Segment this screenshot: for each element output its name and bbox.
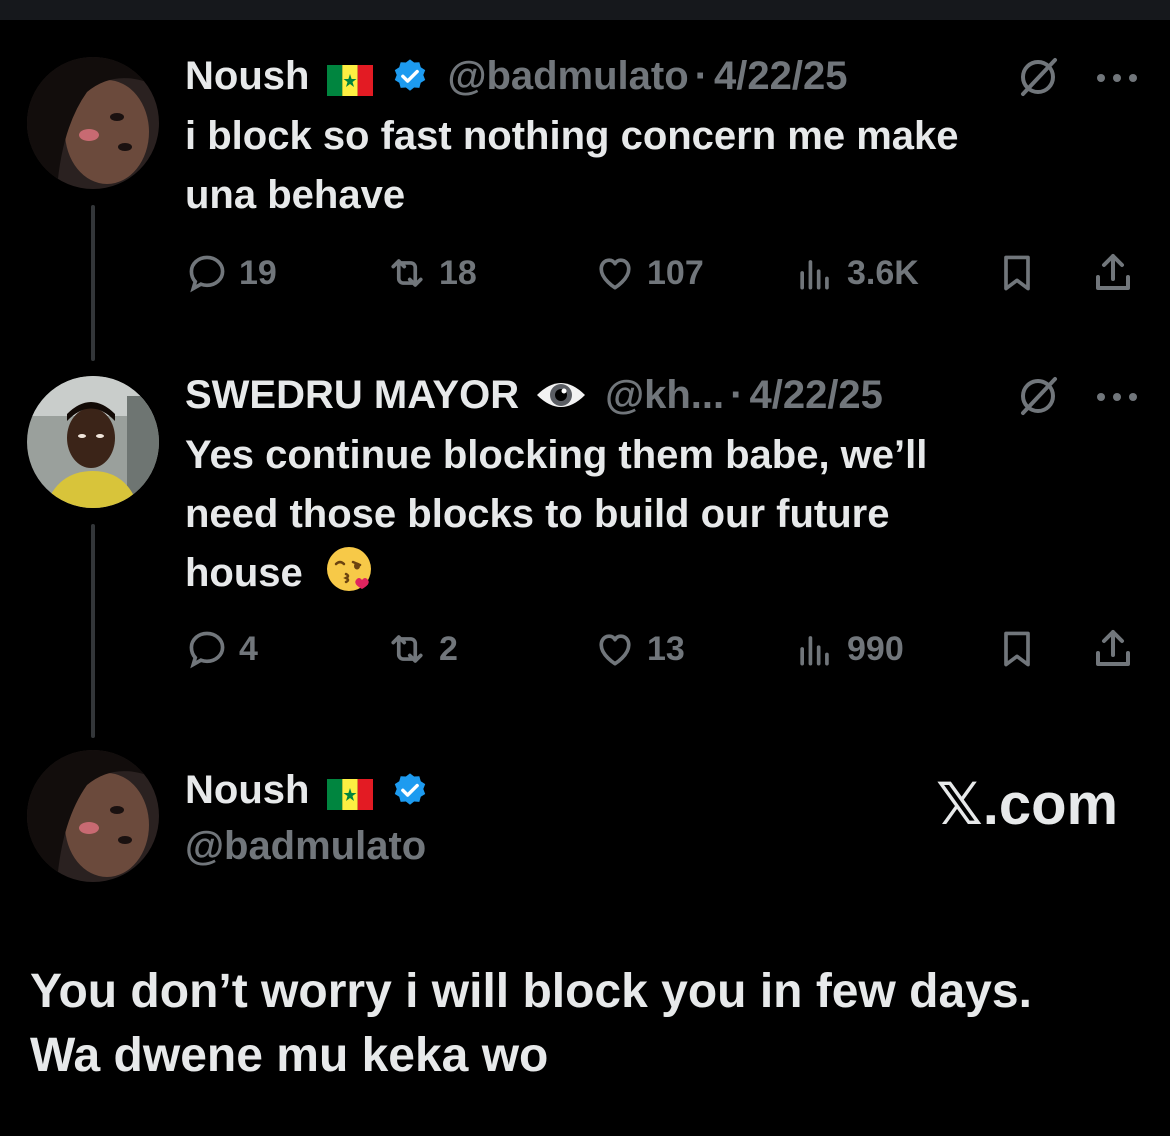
post-text-line-with-emoji: house: [185, 544, 927, 603]
post-actions: 19 18 107 3.6K: [185, 248, 1145, 298]
share-icon[interactable]: [1089, 624, 1137, 679]
reply-author-handle-row: @badmulato: [185, 822, 426, 870]
separator-dot: ·: [730, 372, 744, 417]
x-com-watermark: 𝕏 .com: [936, 770, 1118, 838]
author-name[interactable]: Noush: [185, 54, 309, 99]
repost-button[interactable]: 18: [385, 248, 477, 298]
post-text-line: need those blocks to build our future: [185, 492, 890, 536]
caption-line: You don’t worry i will block you in few …: [30, 965, 1032, 1018]
repost-count: 2: [439, 629, 458, 668]
repost-icon: [391, 259, 423, 287]
reply-icon: [189, 631, 225, 669]
post-text-line: house: [185, 551, 303, 595]
senegal-flag-icon: [327, 61, 374, 96]
thread-line: [91, 524, 95, 738]
like-count: 13: [647, 629, 685, 668]
verified-badge-icon: [391, 57, 429, 95]
post-text: i block so fast nothing concern me make …: [185, 107, 959, 225]
like-count: 107: [647, 253, 704, 292]
post-date[interactable]: 4/22/25: [714, 54, 847, 99]
eye-emoji-icon: [535, 375, 587, 415]
author-handle[interactable]: @badmulato: [447, 54, 688, 99]
views-icon: [800, 636, 829, 666]
author-handle[interactable]: @kh...: [605, 373, 724, 418]
kiss-emoji-icon: [324, 544, 374, 594]
senegal-flag-icon: [327, 775, 374, 810]
caption-line: Wa dwene mu keka wo: [30, 1029, 549, 1082]
post-header: SWEDRU MAYOR @kh... · 4/22/25: [185, 371, 883, 419]
x-domain-text: .com: [982, 771, 1119, 837]
views-icon: [800, 260, 829, 290]
share-icon[interactable]: [1089, 248, 1137, 303]
reply-count: 4: [239, 629, 258, 668]
bookmark-icon[interactable]: [995, 624, 1039, 679]
post-text-line: una behave: [185, 173, 406, 217]
like-button[interactable]: 13: [593, 624, 685, 674]
post-date[interactable]: 4/22/25: [749, 373, 882, 418]
author-name[interactable]: SWEDRU MAYOR: [185, 373, 519, 418]
reply-button[interactable]: 4: [185, 624, 258, 674]
like-icon: [599, 634, 631, 666]
repost-count: 18: [439, 253, 477, 292]
post-header: Noush @badmulato · 4/22/25: [185, 52, 847, 100]
views-button[interactable]: 3.6K: [793, 248, 919, 298]
post-actions: 4 2 13 990: [185, 624, 1145, 674]
reply-button[interactable]: 19: [185, 248, 277, 298]
bookmark-icon[interactable]: [995, 248, 1039, 303]
views-count: 990: [847, 629, 904, 668]
separator-dot: ·: [694, 53, 708, 98]
avatar-noush[interactable]: [27, 57, 159, 189]
views-count: 3.6K: [847, 253, 919, 292]
verified-badge-icon: [391, 771, 429, 809]
grok-icon[interactable]: [1015, 373, 1061, 419]
grok-icon[interactable]: [1015, 54, 1061, 100]
repost-icon: [391, 635, 423, 663]
repost-button[interactable]: 2: [385, 624, 458, 674]
author-handle[interactable]: @badmulato: [185, 824, 426, 869]
reply-count: 19: [239, 253, 277, 292]
post-text-line: Yes continue blocking them babe, we’ll: [185, 433, 928, 477]
views-button[interactable]: 990: [793, 624, 904, 674]
reply-author-header: Noush: [185, 766, 429, 814]
avatar-swedru-mayor[interactable]: [27, 376, 159, 508]
post-text-line: i block so fast nothing concern me make: [185, 114, 959, 158]
x-logo-icon: 𝕏: [936, 770, 983, 838]
more-icon[interactable]: [1095, 390, 1139, 402]
like-icon: [599, 258, 631, 290]
avatar-noush[interactable]: [27, 750, 159, 882]
top-bar: [0, 0, 1170, 20]
thread-line: [91, 205, 95, 361]
more-icon[interactable]: [1095, 71, 1139, 83]
post-text: Yes continue blocking them babe, we’ll n…: [185, 426, 927, 603]
author-name[interactable]: Noush: [185, 768, 309, 813]
like-button[interactable]: 107: [593, 248, 704, 298]
reply-icon: [189, 255, 225, 293]
caption-text: You don’t worry i will block you in few …: [30, 960, 1140, 1088]
